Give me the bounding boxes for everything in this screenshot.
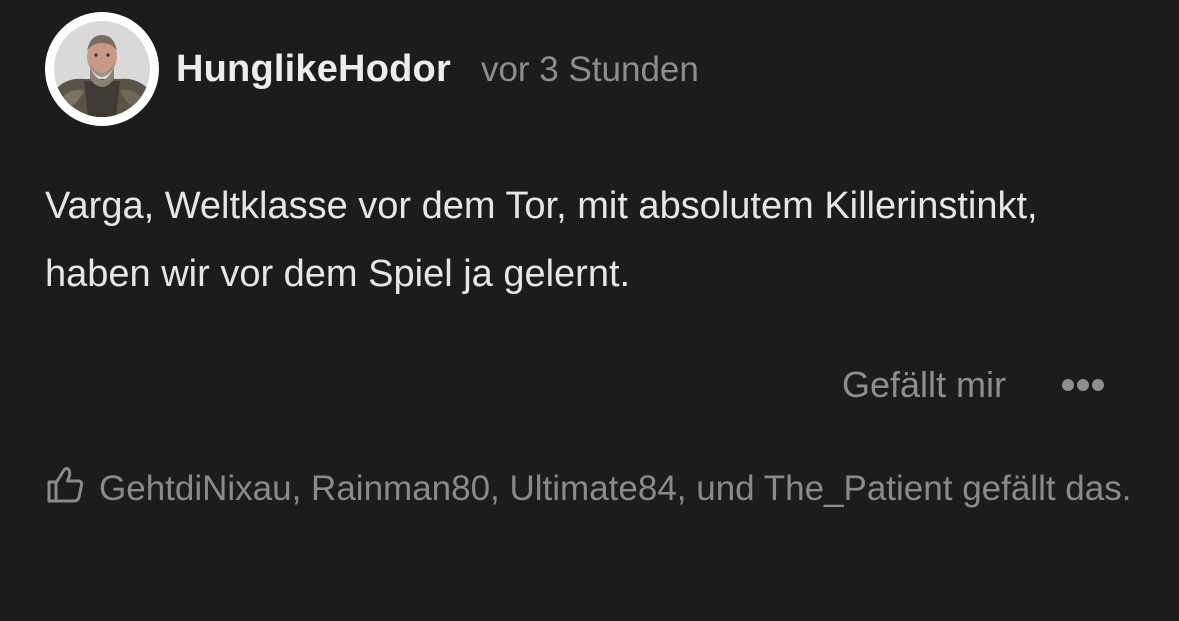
- like-button[interactable]: Gefällt mir: [842, 364, 1006, 406]
- comment-header: HunglikeHodor vor 3 Stunden: [45, 12, 699, 126]
- avatar-photo-icon: [54, 21, 150, 117]
- thumbs-up-icon: [47, 467, 84, 503]
- avatar[interactable]: [45, 12, 159, 126]
- comment-card: HunglikeHodor vor 3 Stunden Varga, Weltk…: [0, 0, 1179, 621]
- more-options-icon[interactable]: [1062, 365, 1104, 405]
- dot: [1062, 379, 1074, 391]
- dot: [1092, 379, 1104, 391]
- likes-summary[interactable]: GehtdiNixau, Rainman80, Ultimate84, und …: [45, 460, 1135, 518]
- dot: [1077, 379, 1089, 391]
- comment-actions: Gefällt mir: [842, 364, 1104, 406]
- likes-text: GehtdiNixau, Rainman80, Ultimate84, und …: [99, 469, 1132, 508]
- comment-text: Varga, Weltklasse vor dem Tor, mit absol…: [45, 185, 1038, 295]
- username-link[interactable]: HunglikeHodor: [176, 48, 451, 91]
- timestamp: vor 3 Stunden: [480, 50, 699, 89]
